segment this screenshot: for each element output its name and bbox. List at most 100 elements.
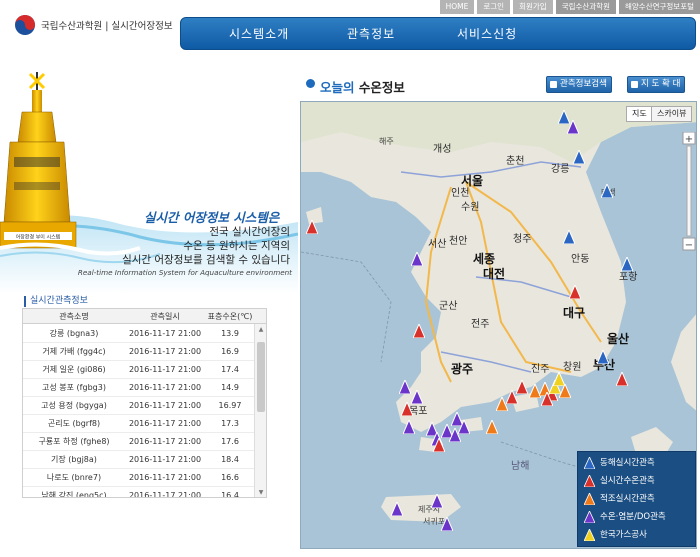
station-marker-icon[interactable] xyxy=(597,350,609,364)
station-marker-icon[interactable] xyxy=(559,384,571,398)
temp-cell: 17.4 xyxy=(221,365,239,374)
legend-red-tide-label: 적조실시간관측 xyxy=(600,494,655,504)
legend-pin-icon xyxy=(584,529,595,541)
station-marker-icon[interactable] xyxy=(391,502,403,516)
station-marker-icon[interactable] xyxy=(306,220,318,234)
station-marker-icon[interactable] xyxy=(441,517,453,531)
city-gwangju: 광주 xyxy=(451,362,474,376)
station-marker-icon[interactable] xyxy=(433,438,445,452)
temp-cell: 17.3 xyxy=(221,419,239,428)
nifs-link[interactable]: 국립수산과학원 xyxy=(555,0,616,14)
table-row[interactable]: 거제 가배 (fgg4c) 2016-11-17 21:00 16.9 xyxy=(23,343,255,361)
station-marker-icon[interactable] xyxy=(401,402,413,416)
station-cell: 거제 일운 (gi086) xyxy=(42,365,106,374)
nav-observation[interactable]: 관측정보 xyxy=(347,18,395,51)
table-row[interactable]: 고성 봉포 (fgbg3) 2016-11-17 21:00 14.9 xyxy=(23,379,255,397)
section-title: 오늘의 수온정보 xyxy=(320,77,405,96)
map-type-map[interactable]: 지도 xyxy=(626,106,653,122)
map-enlarge-button[interactable]: 지 도 확 대 xyxy=(627,76,686,93)
section-title-rest: 수온정보 xyxy=(354,80,405,95)
city-haeju: 해주 xyxy=(379,137,394,146)
panel-title: 실시간관측정보 xyxy=(24,296,88,307)
temp-cell: 13.9 xyxy=(221,329,239,338)
time-cell: 2016-11-17 21:00 xyxy=(128,455,202,464)
station-marker-icon[interactable] xyxy=(567,120,579,134)
col-station: 관측소명 xyxy=(59,312,89,321)
hero-line-2: 전국 실시간어장의 xyxy=(209,226,290,238)
station-cell: 나로도 (bnre7) xyxy=(46,473,102,482)
station-marker-icon[interactable] xyxy=(573,150,585,164)
city-daejeon: 대전 xyxy=(483,267,506,281)
table-row[interactable]: 강릉 (bgna3) 2016-11-17 21:00 13.9 xyxy=(23,325,255,343)
station-marker-icon[interactable] xyxy=(616,372,628,386)
legend-pin-icon xyxy=(584,493,595,505)
portal-link[interactable]: 해양수산연구정보포털 xyxy=(619,0,700,14)
city-jeonju: 전주 xyxy=(471,319,490,330)
logo[interactable]: 국립수산과학원 | 실시간어장정보 xyxy=(14,14,173,36)
station-marker-icon[interactable] xyxy=(486,420,498,434)
sea-label-south: 남해 xyxy=(511,461,530,472)
station-marker-icon[interactable] xyxy=(431,494,443,508)
table-row[interactable]: 구룡포 하정 (fghe8) 2016-11-17 21:00 17.6 xyxy=(23,433,255,451)
city-gunsan: 군산 xyxy=(439,301,458,312)
hero-line-3: 수온 등 원하시는 지역의 xyxy=(183,240,290,252)
legend-east-sea-label: 동해실시간관측 xyxy=(600,458,655,468)
table-row[interactable]: 거제 일운 (gi086) 2016-11-17 21:00 17.4 xyxy=(23,361,255,379)
nav-system-intro[interactable]: 시스템소개 xyxy=(229,18,289,51)
zoom-control[interactable]: + − xyxy=(682,132,696,252)
station-marker-icon[interactable] xyxy=(399,380,411,394)
time-cell: 2016-11-17 21:00 xyxy=(128,383,202,392)
station-marker-icon[interactable] xyxy=(413,324,425,338)
search-icon xyxy=(550,81,557,88)
station-cell: 고성 용정 (bgyga) xyxy=(41,401,107,410)
station-marker-icon[interactable] xyxy=(458,420,470,434)
col-temp: 표층수온(℃) xyxy=(207,312,253,321)
legend-pin-icon xyxy=(584,511,595,523)
city-daegu: 대구 xyxy=(563,306,586,320)
station-marker-icon[interactable] xyxy=(541,392,553,406)
legend-salinity-do-label: 수온·염분/DO관측 xyxy=(600,512,666,522)
city-ulsan: 울산 xyxy=(607,332,630,346)
scroll-down-icon[interactable]: ▼ xyxy=(257,489,265,497)
svg-text:+: + xyxy=(685,134,693,145)
station-marker-icon[interactable] xyxy=(601,184,613,198)
table-row[interactable]: 고성 용정 (bgyga) 2016-11-17 21:00 16.97 xyxy=(23,397,255,415)
nav-service-apply[interactable]: 서비스신청 xyxy=(457,18,517,51)
legend-pin-icon xyxy=(584,457,595,469)
station-cell: 기장 (bgj8a) xyxy=(51,455,97,464)
station-marker-icon[interactable] xyxy=(411,252,423,266)
map-type-skyview[interactable]: 스카이뷰 xyxy=(651,106,693,122)
station-marker-icon[interactable] xyxy=(403,420,415,434)
temp-cell: 16.97 xyxy=(218,401,242,410)
station-marker-icon[interactable] xyxy=(516,380,528,394)
main-nav: 시스템소개 관측정보 서비스신청 xyxy=(180,17,696,50)
table-row[interactable]: 곤리도 (bgrf8) 2016-11-17 21:00 17.3 xyxy=(23,415,255,433)
col-time: 관측일시 xyxy=(150,312,180,321)
table-row[interactable]: 남해 강진 (eng5c) 2016-11-17 21:00 16.4 xyxy=(23,487,255,497)
scroll-thumb[interactable] xyxy=(257,342,265,412)
table-row[interactable]: 기장 (bgj8a) 2016-11-17 21:00 18.4 xyxy=(23,451,255,469)
city-seosan: 서산 xyxy=(428,239,447,250)
hero-banner: 어장환경 부이 시스템 실시간 어장정보 시스템은 전국 실시간어장의 수온 등… xyxy=(0,72,298,294)
time-cell: 2016-11-17 21:00 xyxy=(128,437,202,446)
table-scrollbar[interactable]: ▲ ▼ xyxy=(254,324,266,497)
svg-text:어장환경 부이 시스템: 어장환경 부이 시스템 xyxy=(16,234,61,241)
table-header: 관측소명 관측일시 표층수온(℃) xyxy=(23,309,266,324)
hero-english: Real-time Information System for Aquacul… xyxy=(77,268,292,277)
city-cheonan: 천안 xyxy=(449,236,468,247)
join-link[interactable]: 회원가입 xyxy=(513,0,553,14)
table-row[interactable]: 나로도 (bnre7) 2016-11-17 21:00 16.6 xyxy=(23,469,255,487)
city-cheongju: 청주 xyxy=(513,234,532,245)
station-marker-icon[interactable] xyxy=(563,230,575,244)
scroll-up-icon[interactable]: ▲ xyxy=(257,326,265,334)
station-marker-icon[interactable] xyxy=(621,257,633,271)
login-link[interactable]: 로그인 xyxy=(477,0,511,14)
map-legend: 동해실시간관측 실시간수온관측 적조실시간관측 수온·염분/DO관측 한국가스공… xyxy=(577,451,696,547)
observation-search-button[interactable]: 관측정보검색 xyxy=(546,76,612,93)
svg-text:−: − xyxy=(685,240,693,251)
city-andong: 안동 xyxy=(571,254,590,265)
station-marker-icon[interactable] xyxy=(569,285,581,299)
home-link[interactable]: HOME xyxy=(439,0,475,14)
city-jinju: 진주 xyxy=(531,364,550,375)
legend-realtime-temp: 실시간수온관측 xyxy=(584,474,655,488)
